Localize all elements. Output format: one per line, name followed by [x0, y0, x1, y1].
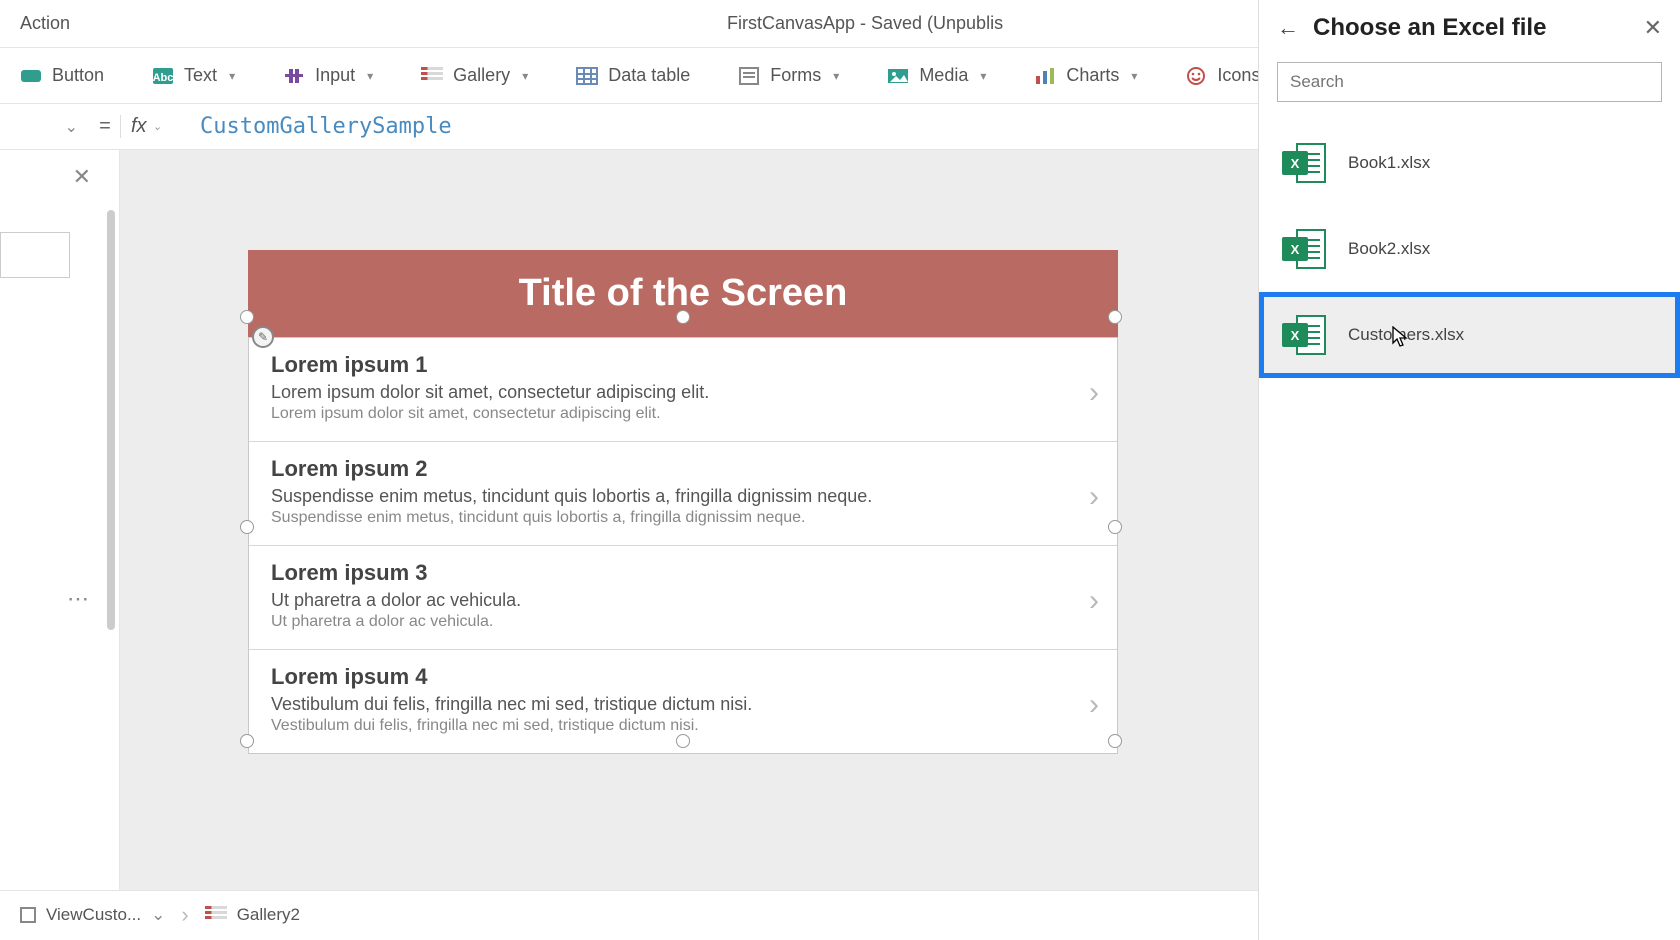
excel-file-icon: X — [1282, 227, 1326, 271]
choose-excel-panel: ← Choose an Excel file ✕ X Book1.xlsx X … — [1258, 0, 1680, 940]
ribbon-charts-label: Charts — [1066, 65, 1119, 86]
ribbon-gallery-label: Gallery — [453, 65, 510, 86]
item-heading: Lorem ipsum 4 — [271, 664, 1095, 690]
button-icon — [20, 66, 42, 86]
file-name: Book1.xlsx — [1348, 153, 1430, 173]
svg-text:Abc: Abc — [153, 72, 174, 84]
item-body: Lorem ipsum dolor sit amet, consectetur … — [271, 405, 1095, 423]
ribbon-forms-label: Forms — [770, 65, 821, 86]
ribbon-forms[interactable]: Forms ▾ — [738, 65, 839, 86]
search-input[interactable] — [1277, 62, 1662, 102]
resize-handle[interactable] — [676, 310, 690, 324]
icons-icon — [1185, 66, 1207, 86]
item-heading: Lorem ipsum 1 — [271, 352, 1095, 378]
text-icon: Abc — [152, 66, 174, 86]
edit-pencil-icon[interactable]: ✎ — [252, 326, 274, 348]
ribbon-text-label: Text — [184, 65, 217, 86]
resize-handle[interactable] — [1108, 310, 1122, 324]
ribbon-icons-label: Icons — [1217, 65, 1260, 86]
ribbon-text[interactable]: Abc Text ▾ — [152, 65, 235, 86]
chevron-down-icon: ▾ — [1131, 69, 1137, 83]
forms-icon — [738, 66, 760, 86]
scrollbar[interactable] — [107, 210, 115, 630]
excel-file-icon: X — [1282, 313, 1326, 357]
action-tab-label[interactable]: Action — [20, 13, 70, 34]
item-heading: Lorem ipsum 2 — [271, 456, 1095, 482]
resize-handle[interactable] — [240, 520, 254, 534]
chevron-right-icon[interactable]: › — [1089, 584, 1099, 618]
chevron-right-icon[interactable]: › — [1089, 376, 1099, 410]
chevron-down-icon: ▾ — [980, 69, 986, 83]
breadcrumb-separator: › — [175, 902, 194, 928]
excel-file-row[interactable]: X Book2.xlsx — [1259, 206, 1680, 292]
excel-file-row[interactable]: X Customers.xlsx — [1259, 292, 1680, 378]
fx-label[interactable]: fx⌄ — [120, 115, 180, 138]
chevron-down-icon: ▾ — [833, 69, 839, 83]
excel-file-row[interactable]: X Book1.xlsx — [1259, 120, 1680, 206]
panel-title: Choose an Excel file — [1313, 14, 1630, 42]
item-subtitle: Lorem ipsum dolor sit amet, consectetur … — [271, 382, 1095, 403]
close-pane-button[interactable]: ✕ — [73, 164, 91, 190]
equals-label: = — [90, 115, 120, 138]
excel-file-icon: X — [1282, 141, 1326, 185]
chevron-down-icon: ▾ — [229, 69, 235, 83]
chevron-down-icon[interactable]: ⌄ — [151, 905, 165, 925]
gallery-item[interactable]: Lorem ipsum 3 Ut pharetra a dolor ac veh… — [249, 546, 1117, 650]
gallery-control[interactable]: Lorem ipsum 1 Lorem ipsum dolor sit amet… — [248, 337, 1118, 754]
chevron-down-icon: ▾ — [522, 69, 528, 83]
ribbon-button[interactable]: Button — [20, 65, 104, 86]
item-subtitle: Vestibulum dui felis, fringilla nec mi s… — [271, 694, 1095, 715]
chevron-down-icon: ▾ — [367, 69, 373, 83]
breadcrumb-control: Gallery2 — [237, 905, 300, 925]
ribbon-media[interactable]: Media ▾ — [887, 65, 986, 86]
property-selector[interactable]: ⌄ — [0, 117, 90, 137]
item-heading: Lorem ipsum 3 — [271, 560, 1095, 586]
resize-handle[interactable] — [240, 310, 254, 324]
resize-handle[interactable] — [676, 734, 690, 748]
chevron-right-icon[interactable]: › — [1089, 688, 1099, 722]
ribbon-input-label: Input — [315, 65, 355, 86]
item-body: Suspendisse enim metus, tincidunt quis l… — [271, 509, 1095, 527]
ribbon-button-label: Button — [52, 65, 104, 86]
item-subtitle: Suspendisse enim metus, tincidunt quis l… — [271, 486, 1095, 507]
search-stub[interactable] — [0, 232, 70, 278]
file-name: Book2.xlsx — [1348, 239, 1430, 259]
gallery-item[interactable]: Lorem ipsum 2 Suspendisse enim metus, ti… — [249, 442, 1117, 546]
more-menu-icon[interactable]: ⋯ — [67, 586, 91, 612]
resize-handle[interactable] — [240, 734, 254, 748]
close-panel-button[interactable]: ✕ — [1644, 15, 1662, 41]
item-subtitle: Ut pharetra a dolor ac vehicula. — [271, 590, 1095, 611]
datatable-icon — [576, 66, 598, 86]
ribbon-datatable-label: Data table — [608, 65, 690, 86]
screen-icon — [20, 907, 36, 923]
item-body: Ut pharetra a dolor ac vehicula. — [271, 613, 1095, 631]
mouse-cursor-icon — [1392, 326, 1410, 350]
gallery-icon — [421, 67, 443, 85]
back-button[interactable]: ← — [1277, 15, 1299, 41]
tree-view-pane: ✕ ⋯ — [0, 150, 120, 890]
ribbon-media-label: Media — [919, 65, 968, 86]
ribbon-gallery[interactable]: Gallery ▾ — [421, 65, 528, 86]
gallery-icon — [205, 906, 227, 924]
ribbon-datatable[interactable]: Data table — [576, 65, 690, 86]
ribbon-charts[interactable]: Charts ▾ — [1034, 65, 1137, 86]
ribbon-input[interactable]: Input ▾ — [283, 65, 373, 86]
chevron-down-icon: ⌄ — [65, 117, 78, 137]
gallery-item[interactable]: Lorem ipsum 1 Lorem ipsum dolor sit amet… — [249, 338, 1117, 442]
chevron-right-icon[interactable]: › — [1089, 480, 1099, 514]
charts-icon — [1034, 66, 1056, 86]
selected-gallery[interactable]: Title of the Screen Lorem ipsum 1 Lorem … — [248, 250, 1118, 754]
breadcrumb[interactable]: ViewCusto... ⌄ › Gallery2 — [20, 902, 300, 928]
chevron-down-icon: ⌄ — [153, 120, 162, 133]
media-icon — [887, 66, 909, 86]
breadcrumb-screen: ViewCusto... — [46, 905, 141, 925]
input-icon — [283, 66, 305, 86]
resize-handle[interactable] — [1108, 520, 1122, 534]
item-body: Vestibulum dui felis, fringilla nec mi s… — [271, 717, 1095, 735]
resize-handle[interactable] — [1108, 734, 1122, 748]
